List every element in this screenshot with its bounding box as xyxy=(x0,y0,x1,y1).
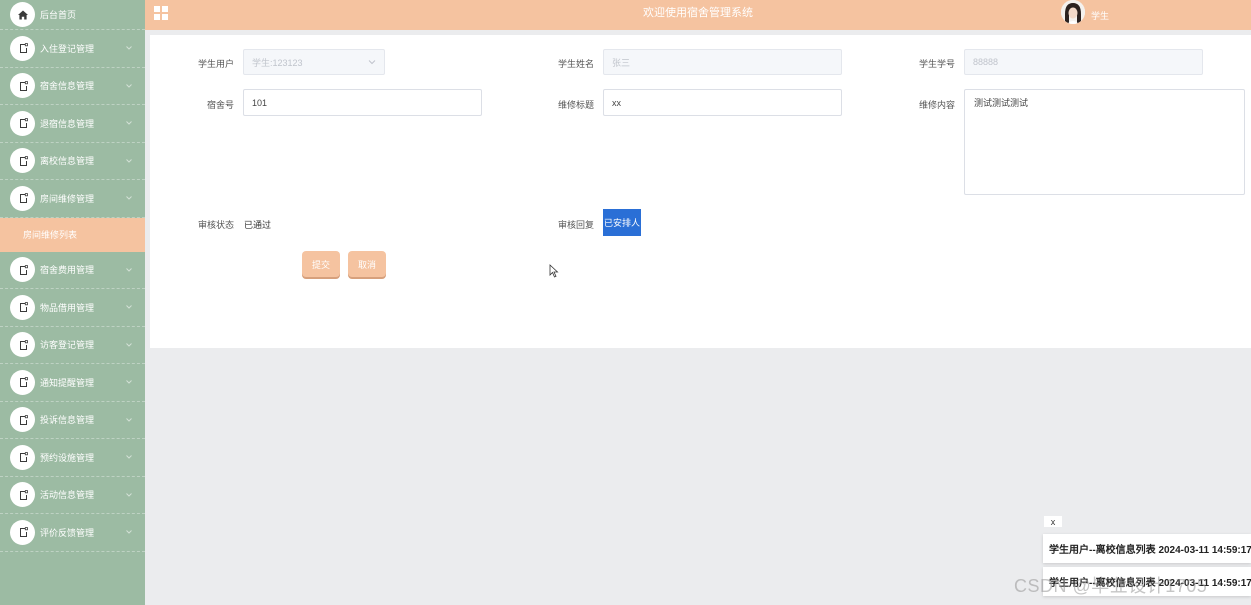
note-icon xyxy=(10,185,35,211)
chevron-down-icon xyxy=(125,491,133,499)
chevron-down-icon xyxy=(125,378,133,386)
student-no-field[interactable]: 88888 xyxy=(964,49,1203,75)
student-name-field[interactable]: 张三 xyxy=(603,49,842,75)
sidebar-item-label: 通知提醒管理 xyxy=(40,377,95,388)
watermark-text: CSDN @毕业设计1705 xyxy=(1014,576,1208,596)
sidebar-item-home[interactable]: 后台首页 xyxy=(0,0,145,30)
review-reply-value: 已安排人 xyxy=(603,209,641,236)
sidebar-item-8[interactable]: 访客登记管理 xyxy=(0,327,145,364)
sidebar-item-label: 离校信息管理 xyxy=(40,156,95,167)
sidebar-item-12[interactable]: 活动信息管理 xyxy=(0,477,145,514)
chevron-down-icon xyxy=(125,266,133,274)
chevron-down-icon xyxy=(125,44,133,52)
note-icon xyxy=(10,257,35,283)
sidebar-item-label: 房间维修管理 xyxy=(40,193,95,204)
sidebar-item-4[interactable]: 离校信息管理 xyxy=(0,143,145,180)
review-status-value: 已通过 xyxy=(244,220,272,230)
sidebar-item-13[interactable]: 评价反馈管理 xyxy=(0,514,145,552)
repair-content-label: 维修内容 xyxy=(919,100,956,110)
submit-button[interactable]: 提交 xyxy=(302,251,340,277)
repair-content-textarea[interactable]: 测试测试测试 xyxy=(964,89,1245,195)
note-icon xyxy=(10,407,35,433)
note-icon xyxy=(10,294,35,320)
repair-title-input[interactable]: xx xyxy=(603,89,842,116)
sidebar-item-label: 活动信息管理 xyxy=(40,490,95,501)
sidebar-item-7[interactable]: 物品借用管理 xyxy=(0,289,145,327)
student-user-select[interactable]: 学生:123123 xyxy=(243,49,385,75)
home-icon xyxy=(10,2,35,27)
chevron-down-icon xyxy=(125,82,133,90)
review-reply-label: 审核回复 xyxy=(558,220,595,230)
dorm-no-value: 101 xyxy=(252,97,268,108)
sidebar-subitem-repair-list[interactable]: 房间维修列表 xyxy=(0,217,145,252)
student-no-value: 88888 xyxy=(973,57,999,67)
notification-close-button[interactable]: x xyxy=(1044,516,1062,527)
sidebar-item-label: 退宿信息管理 xyxy=(40,118,95,129)
chevron-down-icon xyxy=(368,58,376,66)
note-icon xyxy=(10,110,35,136)
repair-content-value: 测试测试测试 xyxy=(974,98,1029,108)
dorm-no-input[interactable]: 101 xyxy=(243,89,482,116)
student-name-label: 学生姓名 xyxy=(558,59,595,69)
review-status-label: 审核状态 xyxy=(198,220,235,230)
sidebar-item-2[interactable]: 宿舍信息管理 xyxy=(0,68,145,105)
notification-item[interactable]: 学生用户--离校信息列表 2024-03-11 14:59:17 xyxy=(1043,534,1251,563)
repair-form-panel: 学生用户 学生:123123 学生姓名 张三 学生学号 88888 宿舍号 10… xyxy=(150,35,1251,348)
chevron-down-icon xyxy=(125,303,133,311)
student-user-value: 学生:123123 xyxy=(252,57,303,68)
avatar[interactable] xyxy=(1061,0,1085,24)
student-user-label: 学生用户 xyxy=(198,59,235,69)
chevron-down-icon xyxy=(125,341,133,349)
sidebar-item-9[interactable]: 通知提醒管理 xyxy=(0,364,145,402)
chevron-down-icon xyxy=(125,119,133,127)
sidebar-item-label: 入住登记管理 xyxy=(40,43,95,54)
chevron-down-icon xyxy=(125,157,133,165)
sidebar-item-5[interactable]: 房间维修管理 xyxy=(0,180,145,218)
note-icon xyxy=(10,519,35,545)
dorm-no-label: 宿舍号 xyxy=(207,100,235,110)
chevron-down-icon xyxy=(125,453,133,461)
sidebar-item-3[interactable]: 退宿信息管理 xyxy=(0,105,145,143)
note-icon xyxy=(10,444,35,470)
note-icon xyxy=(10,332,35,358)
sidebar-item-label: 宿舍费用管理 xyxy=(40,265,95,276)
sidebar: 后台首页 入住登记管理 宿舍信息管理 退宿信息管理 离校信息管理 房间维修管理房间维修列… xyxy=(0,0,145,605)
note-icon xyxy=(10,35,35,61)
sidebar-item-1[interactable]: 入住登记管理 xyxy=(0,30,145,68)
note-icon xyxy=(10,148,35,174)
student-no-label: 学生学号 xyxy=(919,59,956,69)
sidebar-item-6[interactable]: 宿舍费用管理 xyxy=(0,252,145,289)
sidebar-item-label: 物品借用管理 xyxy=(40,302,95,313)
repair-title-value: xx xyxy=(612,97,621,108)
sidebar-item-10[interactable]: 投诉信息管理 xyxy=(0,402,145,439)
note-icon xyxy=(10,73,35,99)
note-icon xyxy=(10,482,35,508)
cancel-button[interactable]: 取消 xyxy=(348,251,386,277)
page-title: 欢迎使用宿舍管理系统 xyxy=(643,7,753,19)
chevron-down-icon xyxy=(125,416,133,424)
sidebar-item-label: 投诉信息管理 xyxy=(40,415,95,426)
sidebar-item-label: 后台首页 xyxy=(40,10,77,20)
sidebar-item-11[interactable]: 预约设施管理 xyxy=(0,439,145,477)
note-icon xyxy=(10,369,35,395)
repair-title-label: 维修标题 xyxy=(558,100,595,110)
top-bar: 欢迎使用宿舍管理系统 学生 xyxy=(145,0,1251,30)
mouse-cursor-icon xyxy=(549,264,559,278)
chevron-down-icon xyxy=(125,194,133,202)
sidebar-item-label: 访客登记管理 xyxy=(40,340,95,351)
student-name-value: 张三 xyxy=(612,57,631,68)
user-role-label[interactable]: 学生 xyxy=(1091,9,1109,22)
chevron-down-icon xyxy=(125,528,133,536)
sidebar-item-label: 宿舍信息管理 xyxy=(40,81,95,92)
sidebar-item-label: 评价反馈管理 xyxy=(40,527,95,538)
sidebar-item-label: 预约设施管理 xyxy=(40,452,95,463)
